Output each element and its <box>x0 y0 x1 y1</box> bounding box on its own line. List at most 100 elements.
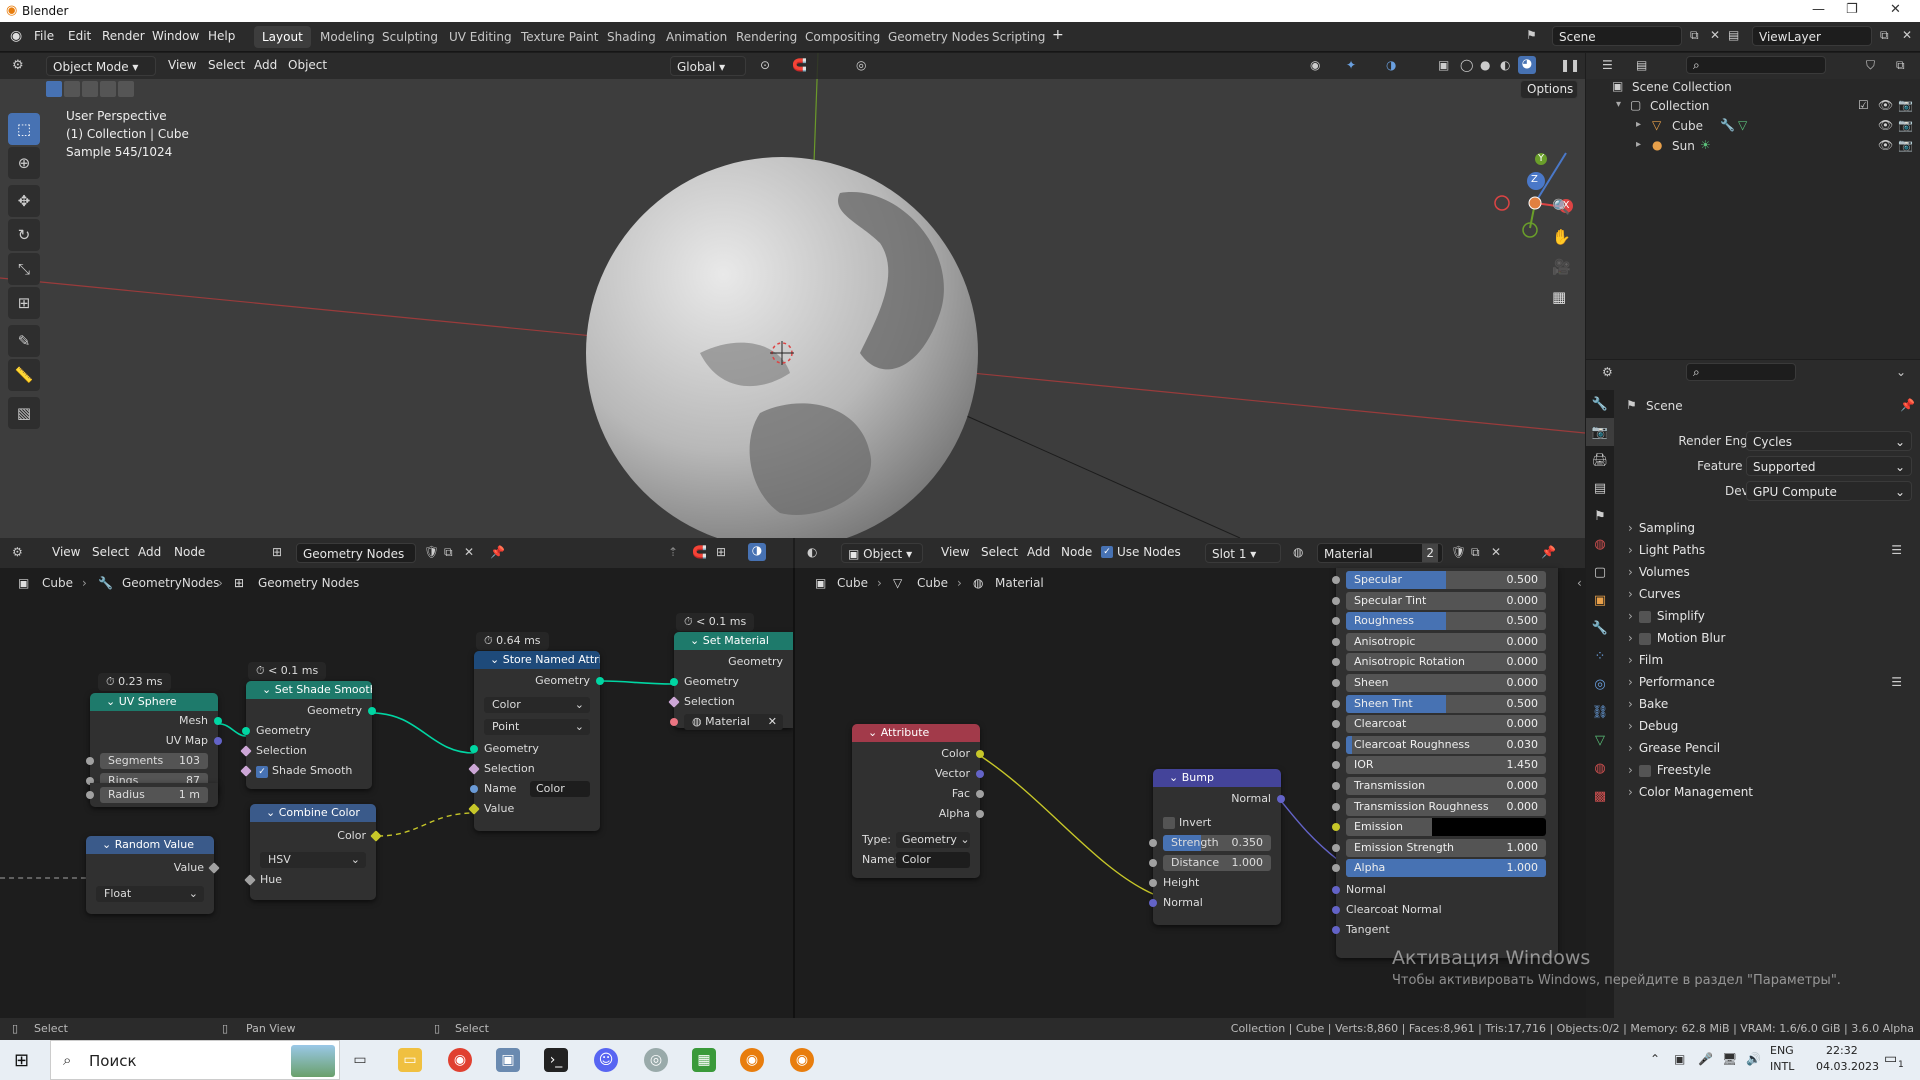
presets-list-icon[interactable]: ☰ <box>1891 538 1902 562</box>
zoom-icon[interactable]: 🔍 <box>1552 198 1571 216</box>
scale-tool-icon[interactable]: ⤡ <box>8 253 40 285</box>
tab-animation[interactable]: Animation <box>658 26 735 48</box>
bump-header[interactable]: ⌄ Bump <box>1153 769 1281 787</box>
tab-modeling[interactable]: Modeling <box>312 26 383 48</box>
bsdf-sheen-field[interactable]: Sheen 0.000 <box>1346 674 1546 692</box>
minimize-icon[interactable]: — <box>1812 2 1825 17</box>
select-mode-invert-icon[interactable] <box>100 81 116 97</box>
random-value-type-row[interactable]: Float ⌄ <box>86 884 214 904</box>
keyboard-lang-1[interactable]: ENG <box>1770 1044 1794 1057</box>
distance-field[interactable]: Distance 1.000 <box>1163 855 1271 871</box>
bsdf-emission-field[interactable]: Emission <box>1346 818 1546 837</box>
attribute-name-input[interactable]: Color <box>896 852 970 868</box>
annotate-tool-icon[interactable]: ✎ <box>8 325 40 357</box>
device-dropdown[interactable]: GPU Compute ⌄ <box>1746 481 1912 501</box>
socket-icon[interactable] <box>1332 699 1340 708</box>
material-tab-icon[interactable]: ◍ <box>1586 754 1614 782</box>
expand-arrow-icon[interactable]: ▸ <box>1636 139 1641 150</box>
bsdf-transmission-roughness-field[interactable]: Transmission Roughness 0.000 <box>1346 797 1546 816</box>
panel-enable-checkbox[interactable] <box>1638 764 1651 777</box>
select-mode-new-icon[interactable] <box>46 81 62 97</box>
outliner-row-sun[interactable]: ▸ ● Sun ☀ 👁 📷 <box>1586 137 1920 157</box>
panel-expand-icon[interactable]: › <box>1628 697 1633 711</box>
socket-icon[interactable] <box>976 810 984 818</box>
constraints-tab-icon[interactable]: ⛓ <box>1586 698 1614 726</box>
snap-icon[interactable]: 🧲 <box>792 58 807 72</box>
panel-performance[interactable]: › Performance ☰ <box>1622 670 1914 694</box>
wireframe-shading-icon[interactable]: ◯ <box>1460 58 1473 72</box>
socket-icon[interactable] <box>1332 926 1340 934</box>
uv-sphere-radius-row[interactable]: Radius 1 m <box>86 783 218 807</box>
bsdf-emission-strength-field[interactable]: Emission Strength 1.000 <box>1346 838 1546 857</box>
move-tool-icon[interactable]: ✥ <box>8 185 40 217</box>
uv-sphere-segments-row[interactable]: Segments 103 <box>86 751 218 771</box>
set-material-node[interactable]: ⌄ Set Material Geometry Geometry Selecti… <box>668 632 793 730</box>
microphone-icon[interactable]: 🎤 <box>1698 1052 1713 1066</box>
transform-orientation-dropdown[interactable]: Global ▾ <box>670 56 746 76</box>
material-selector[interactable]: ◍ Material ✕ <box>684 714 783 730</box>
material-shading-icon[interactable]: ◐ <box>1500 58 1510 72</box>
transform-tool-icon[interactable]: ⊞ <box>8 287 40 319</box>
attribute-type-row[interactable]: Type: Geometry ⌄ <box>852 830 980 850</box>
cube-eye-icon[interactable]: 👁 <box>1878 118 1893 132</box>
panel-film[interactable]: › Film <box>1622 648 1914 672</box>
panel-simplify[interactable]: › Simplify <box>1622 604 1914 628</box>
store-named-header[interactable]: ⌄ Store Named Attribute <box>474 651 600 669</box>
delete-scene-icon[interactable]: ✕ <box>1710 28 1720 42</box>
socket-icon[interactable] <box>1332 617 1340 626</box>
socket-icon[interactable] <box>1332 761 1340 770</box>
socket-icon[interactable] <box>1332 843 1340 852</box>
object-tab-icon[interactable]: ▣ <box>1586 586 1614 614</box>
tab-layout[interactable]: Layout <box>254 26 311 48</box>
gizmo-z-label[interactable]: Z <box>1531 174 1538 185</box>
file-explorer-icon[interactable]: ▭ <box>398 1048 422 1072</box>
socket-icon[interactable] <box>1332 802 1340 811</box>
physics-tab-icon[interactable]: ◎ <box>1586 670 1614 698</box>
delete-view-layer-icon[interactable]: ✕ <box>1902 28 1912 42</box>
panel-expand-icon[interactable]: › <box>1628 587 1633 601</box>
bump-node[interactable]: ⌄ Bump Normal Invert Strength 0.350 Dista… <box>1149 769 1285 925</box>
new-collection-icon[interactable]: ⧉ <box>1896 58 1905 73</box>
app-icon[interactable]: ◎ <box>644 1048 668 1072</box>
view-layer-selector[interactable]: ViewLayer <box>1752 26 1872 46</box>
scene-tab-icon[interactable]: ⚑ <box>1586 502 1614 530</box>
random-value-node[interactable]: ⌄ Random Value Value Float ⌄ <box>86 836 220 914</box>
clock-date[interactable]: 04.03.2023 <box>1816 1060 1879 1073</box>
socket-icon[interactable] <box>242 727 250 735</box>
socket-icon[interactable] <box>1149 859 1157 867</box>
panel-light-paths[interactable]: › Light Paths ☰ <box>1622 538 1914 562</box>
outliner-search[interactable]: ⌕ <box>1686 56 1826 74</box>
panel-expand-icon[interactable]: › <box>1628 741 1633 755</box>
rotate-tool-icon[interactable]: ↻ <box>8 219 40 251</box>
tray-arrow-icon[interactable]: ⌃ <box>1650 1052 1660 1066</box>
menu-file[interactable]: File <box>34 29 54 43</box>
panel-expand-icon[interactable]: › <box>1628 609 1633 623</box>
render-engine-dropdown[interactable]: Cycles ⌄ <box>1746 431 1912 451</box>
bsdf-specular-field[interactable]: Specular 0.500 <box>1346 571 1546 589</box>
set-material-header[interactable]: ⌄ Set Material <box>674 632 793 650</box>
geometry-node-editor[interactable]: ⚙ View Select Add Node ⊞ Geometry Nodes … <box>0 538 793 1018</box>
panel-grease-pencil[interactable]: › Grease Pencil <box>1622 736 1914 760</box>
store-named-attribute-node[interactable]: ⌄ Store Named Attribute Geometry Color ⌄ … <box>468 651 604 831</box>
socket-icon[interactable] <box>1332 679 1340 687</box>
socket-icon[interactable] <box>470 745 478 753</box>
pause-render-icon[interactable]: ❚❚ <box>1560 58 1580 72</box>
taskbar-search[interactable]: ⌕ Поиск <box>50 1040 340 1080</box>
windows-start-icon[interactable]: ⊞ <box>14 1050 29 1071</box>
select-box-tool-icon[interactable]: ⬚ <box>8 113 40 145</box>
panel-color-management[interactable]: › Color Management <box>1622 780 1914 804</box>
viewport-menu-object[interactable]: Object <box>288 58 327 72</box>
tab-rendering[interactable]: Rendering <box>728 26 805 48</box>
bsdf-anisotropic-rotation-field[interactable]: Anisotropic Rotation 0.000 <box>1346 653 1546 672</box>
random-value-header[interactable]: ⌄ Random Value <box>86 836 214 854</box>
expand-arrow-icon[interactable]: ▸ <box>1636 119 1641 130</box>
solid-shading-icon[interactable]: ● <box>1480 58 1490 72</box>
principled-bsdf-node[interactable]: Specular 0.500 Specular Tint 0.000 Roughness… <box>1332 568 1558 958</box>
bsdf-ior-field[interactable]: IOR 1.450 <box>1346 756 1546 775</box>
socket-icon[interactable] <box>1332 596 1340 605</box>
panel-expand-icon[interactable]: › <box>1628 521 1633 535</box>
select-mode-extend-icon[interactable] <box>64 81 80 97</box>
outliner-item-cube[interactable]: Cube <box>1672 119 1703 133</box>
panel-expand-icon[interactable]: › <box>1628 675 1633 689</box>
socket-icon[interactable] <box>596 677 604 685</box>
